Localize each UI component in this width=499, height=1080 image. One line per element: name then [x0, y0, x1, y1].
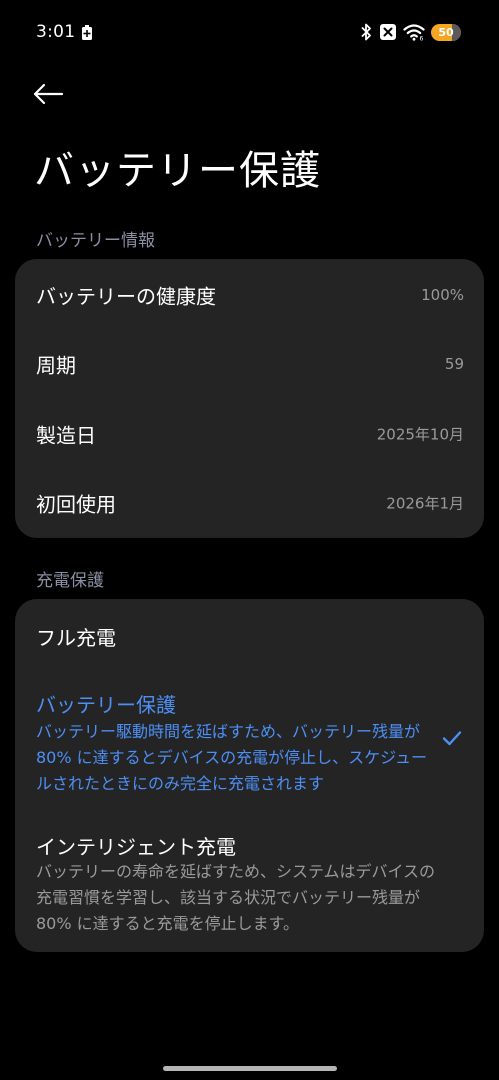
info-row-health: バッテリーの健康度 100% — [15, 265, 484, 325]
info-row-manufacture-date: 製造日 2025年10月 — [15, 404, 484, 464]
option-intelligent-charging[interactable]: インテリジェント充電 バッテリーの寿命を延ばすため、システムはデバイスの充電習慣… — [15, 821, 484, 941]
status-bar: 3:01 6 50 — [0, 0, 499, 66]
option-title: フル充電 — [36, 626, 116, 650]
info-value: 2026年1月 — [386, 494, 464, 513]
section-header-battery-info: バッテリー情報 — [36, 231, 155, 251]
info-label: 周期 — [36, 353, 76, 378]
info-value: 100% — [421, 286, 464, 304]
battery-level: 50 — [438, 25, 454, 39]
option-title: インテリジェント充電 — [36, 835, 236, 859]
battery-icon: 50 — [431, 23, 461, 41]
check-icon — [442, 731, 462, 746]
no-sim-icon — [380, 24, 396, 40]
back-arrow-icon — [33, 83, 64, 105]
option-full-charge[interactable]: フル充電 — [15, 599, 484, 671]
wifi-icon: 6 — [403, 24, 425, 42]
status-icons: 6 50 — [359, 23, 461, 41]
info-label: バッテリーの健康度 — [36, 284, 216, 309]
option-description: バッテリーの寿命を延ばすため、システムはデバイスの充電習慣を学習し、該当する状況… — [36, 862, 436, 933]
info-row-first-use: 初回使用 2026年1月 — [15, 473, 484, 533]
home-indicator[interactable] — [163, 1066, 337, 1071]
page-title: バッテリー保護 — [34, 148, 321, 194]
bluetooth-icon — [361, 23, 371, 41]
info-label: 製造日 — [36, 423, 96, 448]
info-value: 2025年10月 — [376, 425, 464, 444]
option-battery-protection[interactable]: バッテリー保護 バッテリー駆動時間を延ばすため、バッテリー残量が 80% に達す… — [15, 679, 484, 799]
option-title: バッテリー保護 — [36, 693, 176, 717]
info-value: 59 — [444, 355, 464, 373]
battery-info-card: バッテリーの健康度 100% 周期 59 製造日 2025年10月 初回使用 2… — [15, 259, 484, 538]
battery-saver-icon — [82, 25, 92, 40]
info-row-cycles: 周期 59 — [15, 334, 484, 394]
back-button[interactable] — [30, 78, 66, 110]
section-header-charge-protection: 充電保護 — [36, 571, 104, 591]
svg-text:6: 6 — [420, 36, 424, 42]
info-label: 初回使用 — [36, 492, 116, 517]
charge-protection-card: フル充電 バッテリー保護 バッテリー駆動時間を延ばすため、バッテリー残量が 80… — [15, 599, 484, 952]
option-description: バッテリー駆動時間を延ばすため、バッテリー残量が 80% に達するとデバイスの充… — [36, 722, 428, 793]
status-time: 3:01 — [36, 22, 76, 42]
